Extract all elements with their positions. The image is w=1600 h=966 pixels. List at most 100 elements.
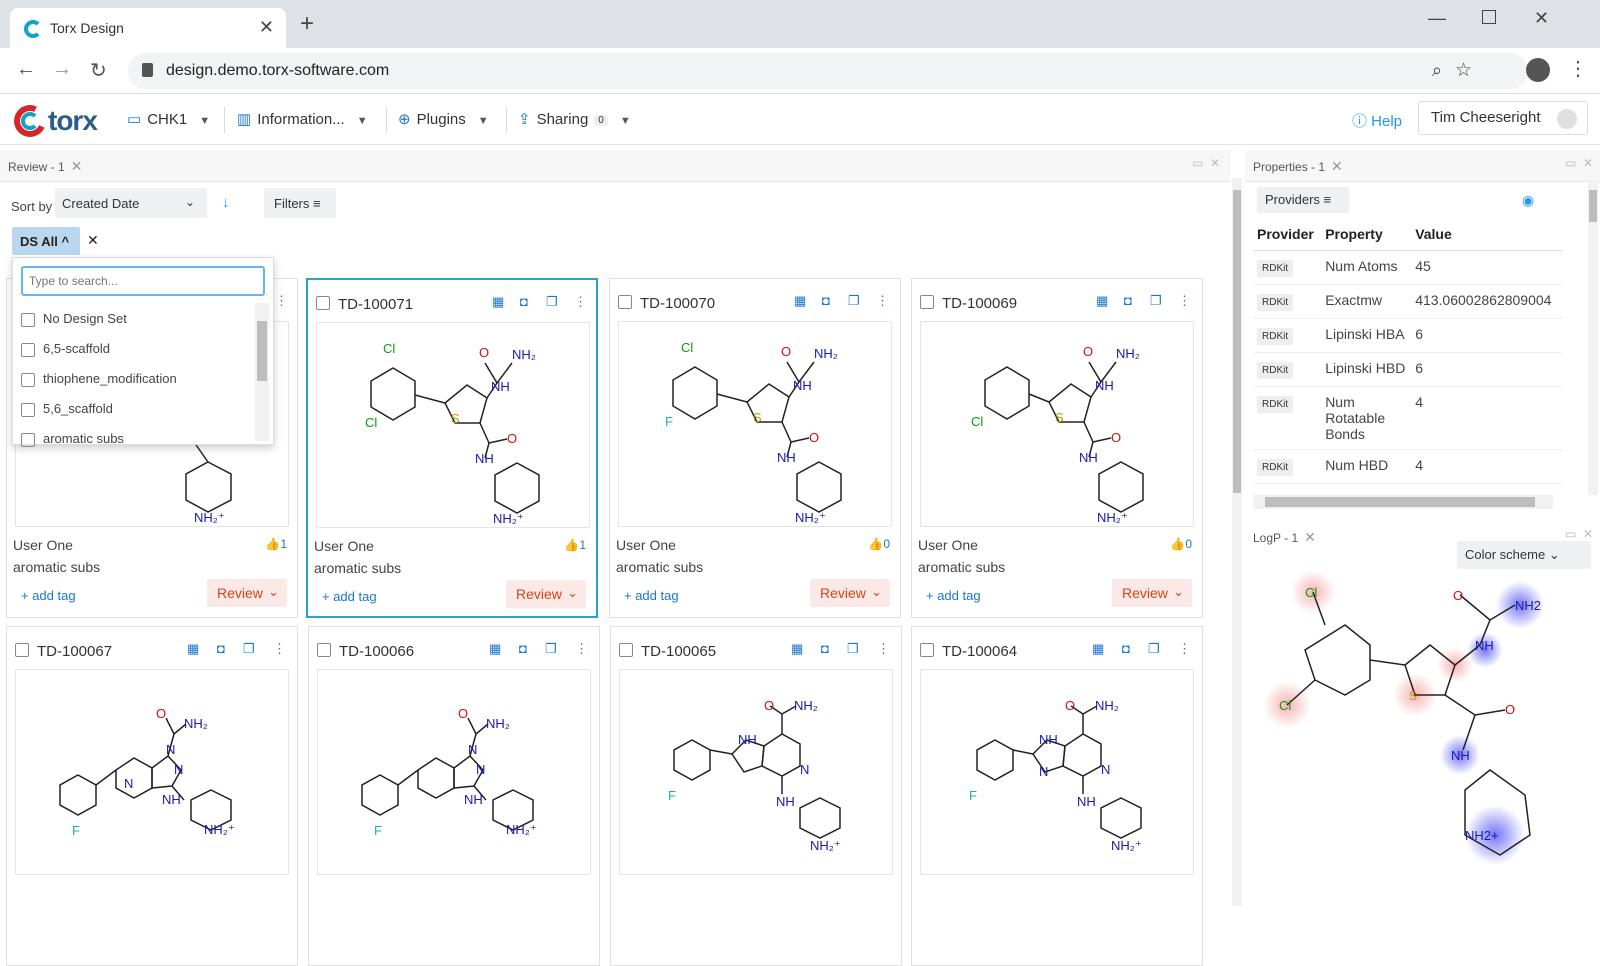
review-scrollbar[interactable]	[1232, 178, 1242, 906]
design-card[interactable]: TD-100066 ▦ ◘ ❐ ⋮ F N N O NH₂ NH NH₂⁺	[308, 626, 600, 966]
note-icon[interactable]: ◘	[1124, 293, 1132, 308]
design-set-chip[interactable]: DS All ^	[12, 227, 80, 255]
design-card[interactable]: TD-100070 ▦ ◘ ❐ ⋮ Cl F S O NH NH O NH₂ N…	[609, 278, 901, 618]
more-options-icon[interactable]: ⋮	[575, 641, 588, 657]
more-options-icon[interactable]: ⋮	[877, 641, 890, 657]
omnibox[interactable]: design.demo.torx-software.com ⌕ ☆	[128, 53, 1528, 89]
card-checkbox[interactable]	[316, 296, 330, 310]
checkbox[interactable]	[21, 432, 35, 447]
copy-icon[interactable]: ❐	[1148, 641, 1160, 657]
browser-menu-icon[interactable]: ⋮	[1568, 56, 1588, 81]
close-icon[interactable]: ✕	[1304, 529, 1316, 545]
building-icon[interactable]: ▦	[187, 641, 199, 657]
building-icon[interactable]: ▦	[489, 641, 501, 657]
copy-icon[interactable]: ❐	[545, 641, 557, 657]
close-icon[interactable]: ✕	[1331, 158, 1343, 174]
more-options-icon[interactable]: ⋮	[1178, 293, 1191, 309]
building-icon[interactable]: ▦	[1096, 293, 1108, 309]
maximize-icon[interactable]	[1482, 10, 1496, 24]
add-tag-link[interactable]: + add tag	[21, 588, 76, 603]
sharing-menu[interactable]: ⇪ Sharing 0 ▼	[518, 110, 631, 128]
building-icon[interactable]: ▦	[791, 641, 803, 657]
maximize-panel-icon[interactable]: ▭	[1565, 156, 1576, 170]
forward-icon[interactable]: →	[52, 58, 72, 81]
copy-icon[interactable]: ❐	[848, 293, 860, 309]
bookmark-star-icon[interactable]: ☆	[1455, 59, 1472, 82]
card-likes[interactable]: 👍0	[1170, 537, 1192, 551]
more-options-icon[interactable]: ⋮	[1178, 641, 1191, 657]
filters-button[interactable]: Filters ≡	[264, 188, 336, 218]
minimize-icon[interactable]: —	[1428, 8, 1446, 29]
dropdown-scrollbar[interactable]	[255, 303, 269, 441]
list-item[interactable]: 6,5-scaffold	[13, 333, 253, 363]
color-scheme-select[interactable]: Color scheme ⌄	[1457, 541, 1591, 569]
more-options-icon[interactable]: ⋮	[574, 294, 587, 310]
providers-button[interactable]: Providers ≡	[1257, 187, 1349, 213]
maximize-panel-icon[interactable]: ▭	[1192, 156, 1203, 170]
checkbox[interactable]	[21, 312, 35, 327]
card-likes[interactable]: 👍1	[564, 538, 586, 552]
note-icon[interactable]: ◘	[821, 641, 829, 656]
tab-properties[interactable]: Properties - 1 ✕	[1253, 158, 1343, 175]
list-item[interactable]: No Design Set	[13, 303, 253, 333]
close-tab-icon[interactable]: ✕	[259, 17, 274, 38]
card-checkbox[interactable]	[920, 295, 934, 309]
list-item[interactable]: thiophene_modification	[13, 363, 253, 393]
reload-icon[interactable]: ↻	[90, 58, 107, 83]
window-close-icon[interactable]: ✕	[1534, 8, 1549, 29]
review-button[interactable]: Review ⌄	[810, 579, 890, 607]
card-checkbox[interactable]	[317, 643, 331, 657]
more-options-icon[interactable]: ⋮	[273, 641, 286, 657]
close-icon[interactable]: ✕	[71, 158, 83, 174]
card-likes[interactable]: 👍1	[265, 537, 287, 551]
scrollbar-thumb[interactable]	[257, 321, 267, 381]
scrollbar-thumb[interactable]	[1265, 497, 1535, 507]
design-card[interactable]: TD-100067 ▦ ◘ ❐ ⋮ F N N N O NH₂ NH NH₂⁺	[6, 626, 298, 966]
close-panel-icon[interactable]: ✕	[1583, 527, 1593, 541]
list-item[interactable]: 5,6_scaffold	[13, 393, 253, 423]
note-icon[interactable]: ◘	[520, 294, 528, 309]
tab-review[interactable]: Review - 1 ✕	[8, 158, 82, 175]
card-checkbox[interactable]	[618, 295, 632, 309]
design-card[interactable]: TD-100069 ▦ ◘ ❐ ⋮ Cl S O NH NH O NH₂ NH₂…	[911, 278, 1203, 618]
new-tab-icon[interactable]: +	[300, 12, 314, 36]
note-icon[interactable]: ◘	[1122, 641, 1130, 656]
copy-icon[interactable]: ❐	[243, 641, 255, 657]
checkbox[interactable]	[21, 372, 35, 387]
copy-icon[interactable]: ❐	[546, 294, 558, 310]
sort-direction-icon[interactable]: ↓	[222, 194, 230, 211]
note-icon[interactable]: ◘	[519, 641, 527, 656]
scrollbar-thumb[interactable]	[1589, 190, 1597, 222]
zoom-icon[interactable]: ⌕	[1432, 60, 1442, 81]
copy-icon[interactable]: ❐	[1150, 293, 1162, 309]
maximize-panel-icon[interactable]: ▭	[1565, 527, 1576, 541]
card-likes[interactable]: 👍0	[868, 537, 890, 551]
account-icon[interactable]	[1526, 58, 1550, 82]
add-tag-link[interactable]: + add tag	[322, 589, 377, 604]
sort-select[interactable]: Created Date ⌄	[55, 188, 207, 218]
plugins-menu[interactable]: ⊕ Plugins ▼	[398, 110, 489, 128]
browser-tab[interactable]: Torx Design ✕	[10, 8, 286, 48]
scrollbar-thumb[interactable]	[1233, 190, 1241, 493]
note-icon[interactable]: ◘	[822, 293, 830, 308]
checkbox[interactable]	[21, 342, 35, 357]
checkbox[interactable]	[21, 402, 35, 417]
note-icon[interactable]: ◘	[217, 641, 225, 656]
close-panel-icon[interactable]: ✕	[1583, 156, 1593, 170]
card-checkbox[interactable]	[15, 643, 29, 657]
back-icon[interactable]: ←	[16, 58, 36, 81]
building-icon[interactable]: ▦	[794, 293, 806, 309]
design-card[interactable]: TD-100071 ▦ ◘ ❐ ⋮ Cl Cl S O NH NH O NH₂ …	[306, 278, 598, 618]
close-panel-icon[interactable]: ✕	[1210, 156, 1220, 170]
tab-logp[interactable]: LogP - 1 ✕	[1253, 529, 1316, 546]
more-options-icon[interactable]: ⋮	[876, 293, 889, 309]
properties-horizontal-scrollbar[interactable]	[1253, 495, 1553, 509]
design-card[interactable]: TD-100065 ▦ ◘ ❐ ⋮ F NH N O NH₂ NH NH₂⁺	[610, 626, 902, 966]
project-menu[interactable]: ▭ CHK1 ▼	[127, 110, 210, 128]
help-link[interactable]: ⓘ Help	[1352, 110, 1402, 131]
user-menu[interactable]: Tim Cheeseright	[1418, 101, 1588, 135]
properties-vertical-scrollbar[interactable]	[1588, 180, 1598, 495]
building-icon[interactable]: ▦	[492, 294, 504, 310]
eye-icon[interactable]: ◉	[1522, 192, 1534, 209]
copy-icon[interactable]: ❐	[847, 641, 859, 657]
